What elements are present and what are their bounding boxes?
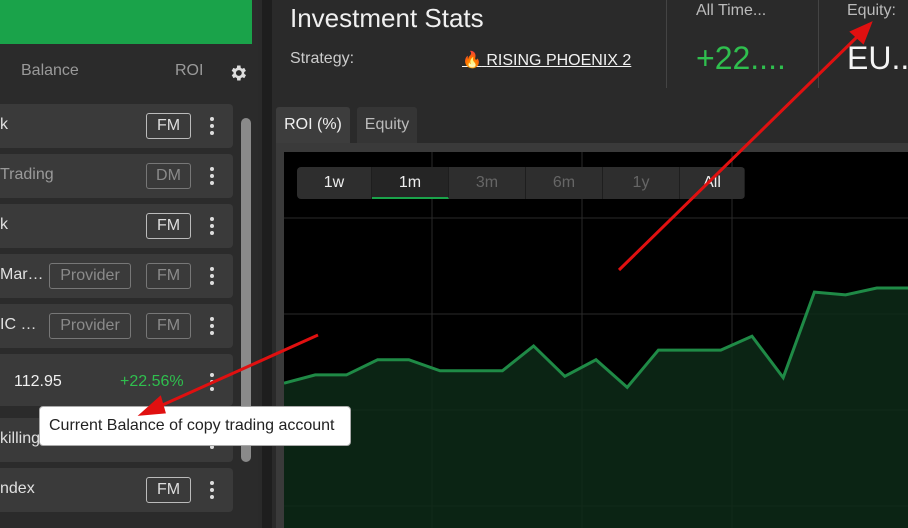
list-item[interactable]: Mar… Provider FM xyxy=(0,254,233,298)
account-type-badge: FM xyxy=(146,113,191,139)
range-selector: 1w 1m 3m 6m 1y All xyxy=(297,167,745,199)
equity-label: Equity: xyxy=(847,2,896,19)
account-name: Trading xyxy=(0,166,54,183)
column-header-balance[interactable]: Balance xyxy=(21,62,79,86)
account-type-badge: FM xyxy=(146,313,191,339)
range-button-6m[interactable]: 6m xyxy=(526,167,603,199)
provider-badge: Provider xyxy=(49,313,131,339)
panel-divider[interactable] xyxy=(262,0,272,528)
strategy-name[interactable]: RISING PHOENIX 2 xyxy=(486,52,631,69)
list-item[interactable]: IC … Provider FM xyxy=(0,304,233,348)
account-name: killing xyxy=(0,430,41,447)
account-type-badge: DM xyxy=(146,163,191,189)
app-root: Balance ROI k FM Trading DM k FM Mar… Provider F… xyxy=(0,0,908,528)
column-header-roi[interactable]: ROI xyxy=(175,62,203,86)
more-options-icon[interactable] xyxy=(207,371,217,393)
list-item[interactable]: ndex FM xyxy=(0,468,233,512)
more-options-icon[interactable] xyxy=(207,479,217,501)
list-item[interactable]: 112.95 +22.56% xyxy=(0,354,233,406)
roi-chart-svg xyxy=(283,152,908,528)
list-item[interactable]: Trading DM xyxy=(0,154,233,198)
roi-area-fill xyxy=(284,287,908,528)
range-button-all[interactable]: All xyxy=(680,167,745,199)
account-name: k xyxy=(0,116,8,133)
account-type-badge: FM xyxy=(146,213,191,239)
range-button-3m[interactable]: 3m xyxy=(449,167,526,199)
header-separator xyxy=(818,0,819,88)
range-button-1y[interactable]: 1y xyxy=(603,167,680,199)
account-name: IC … xyxy=(0,316,37,333)
roi-chart xyxy=(283,152,908,528)
fire-icon: 🔥 xyxy=(462,52,482,69)
more-options-icon[interactable] xyxy=(207,165,217,187)
account-name: k xyxy=(0,216,8,233)
more-options-icon[interactable] xyxy=(207,315,217,337)
tab-roi[interactable]: ROI (%) xyxy=(276,107,350,143)
gear-icon[interactable] xyxy=(228,63,248,83)
copy-accounts-panel: Balance ROI k FM Trading DM k FM Mar… Provider F… xyxy=(0,0,258,528)
page-title: Investment Stats xyxy=(290,3,484,33)
strategy-label: Strategy: xyxy=(290,50,355,67)
roi-value: +22.56% xyxy=(120,373,184,390)
provider-badge: Provider xyxy=(49,263,131,289)
more-options-icon[interactable] xyxy=(207,265,217,287)
balance-tooltip: Current Balance of copy trading account xyxy=(39,406,351,446)
more-options-icon[interactable] xyxy=(207,115,217,137)
more-options-icon[interactable] xyxy=(207,215,217,237)
strategy-link[interactable]: 🔥 RISING PHOENIX 2 xyxy=(462,50,631,70)
account-name: Mar… xyxy=(0,266,44,283)
tab-equity[interactable]: Equity xyxy=(357,107,417,143)
range-button-1w[interactable]: 1w xyxy=(297,167,372,199)
account-type-badge: FM xyxy=(146,477,191,503)
range-button-1m[interactable]: 1m xyxy=(372,167,449,199)
balance-value: 112.95 xyxy=(14,373,62,390)
equity-value: EU... xyxy=(847,40,908,76)
all-time-label: All Time... xyxy=(696,2,767,19)
account-type-badge: FM xyxy=(146,263,191,289)
header-separator xyxy=(666,0,667,88)
account-name: ndex xyxy=(0,480,35,497)
all-time-value: +22.... xyxy=(696,40,786,76)
panel-header-bar xyxy=(0,0,252,44)
list-item[interactable]: k FM xyxy=(0,204,233,248)
list-item[interactable]: k FM xyxy=(0,104,233,148)
